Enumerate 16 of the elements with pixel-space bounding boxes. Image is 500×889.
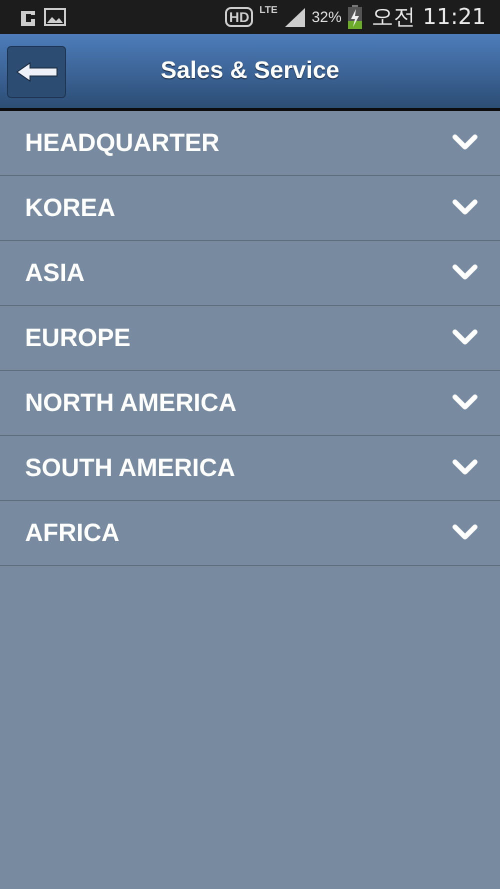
network-type: LTE [259,5,278,16]
region-label: EUROPE [25,324,132,352]
region-label: ASIA [25,258,86,288]
region-label: AFRICA [25,518,120,548]
region-label: HEADQUARTER [25,128,220,158]
back-button[interactable] [7,46,66,98]
region-label: SOUTH AMERICA [25,454,236,482]
page-title: Sales & Service [160,57,340,85]
image-icon [44,8,66,26]
region-label: NORTH AMERICA [25,388,238,418]
signal-icon [284,7,306,27]
hd-voice-icon: HD [225,7,254,27]
clock: 오전 11:21 [372,4,486,32]
battery-percent: 32% [312,8,342,26]
back-arrow-icon [16,62,58,82]
region-label: KOREA [25,194,116,222]
